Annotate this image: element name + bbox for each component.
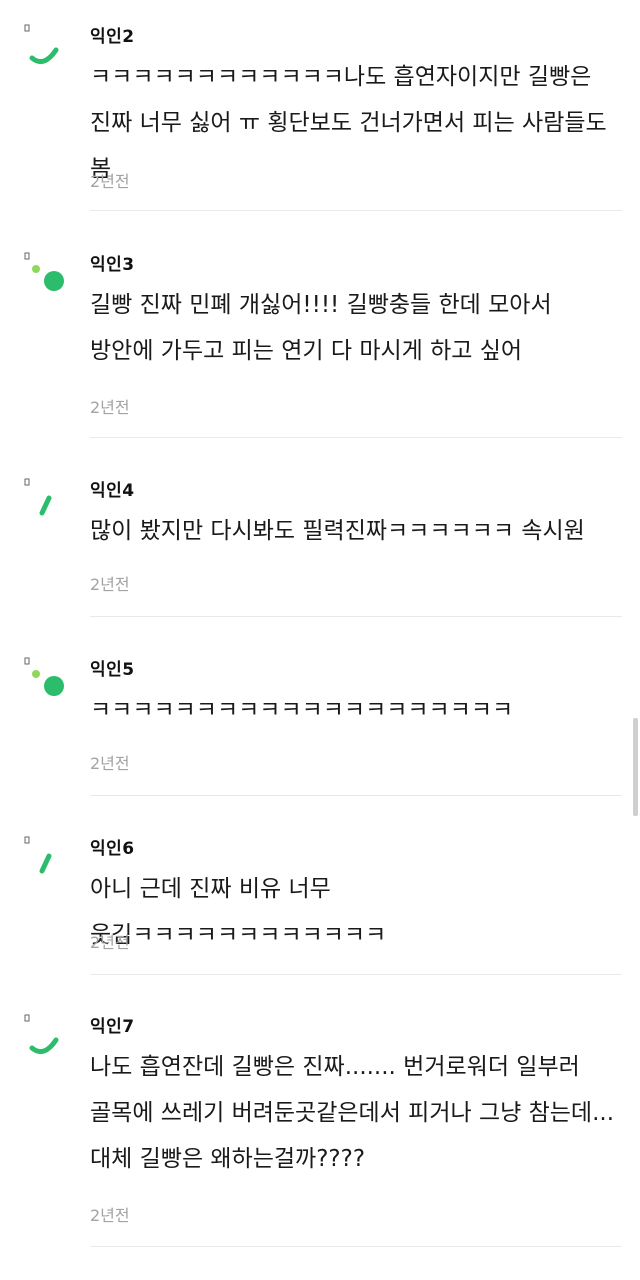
scrollbar[interactable] [633,718,638,816]
green-slash-icon [24,478,52,516]
divider [90,1246,622,1247]
comment-author[interactable]: 익인6 [90,834,135,859]
divider [90,616,622,617]
comment-text: 길빵 진짜 민폐 개싫어!!!! 길빵충들 한데 모아서 방안에 가두고 피는 … [90,292,552,364]
green-dots-icon [24,657,64,696]
comment-timestamp: 2년전 [90,754,130,773]
avatar[interactable] [18,250,70,302]
divider [90,210,622,211]
comment-author[interactable]: 익인4 [90,476,135,501]
avatar[interactable] [18,655,70,707]
comment-timestamp: 2년전 [90,1206,130,1225]
comment-text: ㅋㅋㅋㅋㅋㅋㅋㅋㅋㅋㅋㅋ나도 흡연자이지만 길빵은 진짜 너무 싫어 ㅠ 횡단보… [90,64,607,182]
green-slash-icon [24,836,52,874]
comment-text: 많이 봤지만 다시봐도 필력진짜ㅋㅋㅋㅋㅋㅋ 속시원 [90,518,585,544]
comment-timestamp: 2년전 [90,398,130,417]
comment-timestamp: 2년전 [90,172,130,191]
green-dots-icon [24,252,64,291]
comment-timestamp: 2년전 [90,933,130,952]
divider [90,437,622,438]
avatar[interactable] [18,22,70,74]
avatar[interactable] [18,476,70,528]
avatar[interactable] [18,1012,70,1064]
comment-author[interactable]: 익인5 [90,655,135,680]
comment-author[interactable]: 익인2 [90,22,135,47]
avatar[interactable] [18,834,70,886]
green-arc-icon [24,1014,59,1055]
comment-timestamp: 2년전 [90,575,130,594]
divider [90,795,622,796]
comment-text: 나도 흡연잔데 길빵은 진짜....... 번거로워더 일부러 골목에 쓰레기 … [90,1054,615,1172]
green-arc-icon [24,24,59,65]
divider [90,974,622,975]
comment-text: ㅋㅋㅋㅋㅋㅋㅋㅋㅋㅋㅋㅋㅋㅋㅋㅋㅋㅋㅋㅋ [90,697,514,723]
comment-text: 아니 근데 진짜 비유 너무 웃김ㅋㅋㅋㅋㅋㅋㅋㅋㅋㅋㅋㅋ [90,876,387,948]
comment-author[interactable]: 익인7 [90,1012,135,1037]
comment-author[interactable]: 익인3 [90,250,135,275]
